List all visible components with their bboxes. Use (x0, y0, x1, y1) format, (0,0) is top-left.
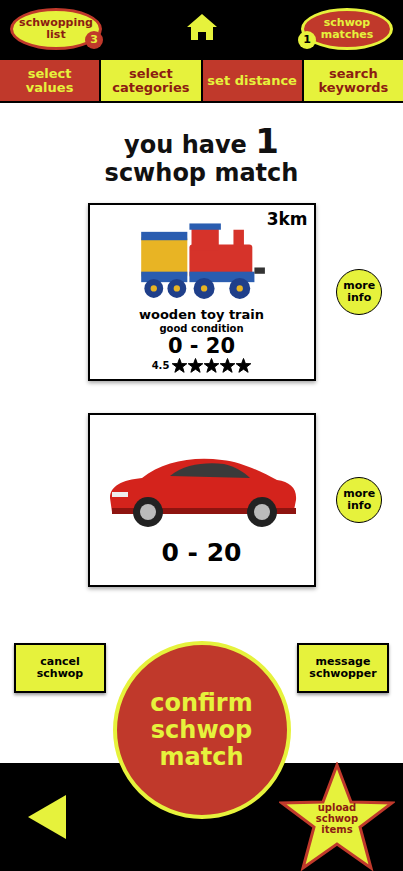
match-item-card[interactable]: 0 - 20 (88, 413, 316, 587)
rating-number: 4.5 (152, 360, 170, 371)
item-value: 0 - 20 (162, 541, 242, 565)
match-item-row: 0 - 20 more info (0, 413, 403, 587)
star-icon (188, 358, 203, 373)
filter-tab[interactable]: select categories (99, 60, 200, 101)
schwop-matches-button[interactable]: schwop matches1 (301, 8, 393, 50)
match-heading: you have 1scwhop match (0, 127, 403, 187)
match-item-card[interactable]: 3km wooden toy traingood condition0 - 20 4… (88, 203, 316, 381)
upload-label: upload schwop items (309, 802, 365, 835)
schwop-matches-badge: 1 (298, 31, 316, 49)
confirm-schwop-match-button[interactable]: confirm schwop match (113, 641, 291, 819)
filter-tabs: select valuesselect categoriesset distan… (0, 58, 403, 103)
schwopping-list-label: schwopping list (19, 17, 93, 41)
home-button[interactable] (186, 13, 218, 45)
filter-tab[interactable]: set distance (201, 60, 302, 101)
item-condition: good condition (159, 323, 243, 334)
match-item-row: 3km wooden toy traingood condition0 - 20 4… (0, 203, 403, 381)
more-info-button[interactable]: more info (336, 477, 382, 523)
filter-tab[interactable]: search keywords (302, 60, 403, 101)
item-photo (137, 211, 267, 303)
back-arrow-icon[interactable] (28, 795, 66, 839)
schwop-matches-label: schwop matches (312, 17, 382, 41)
upload-schwop-items-button[interactable]: upload schwop items (279, 762, 395, 871)
filter-tab[interactable]: select values (0, 60, 99, 101)
star-icon (236, 358, 251, 373)
schwopping-list-badge: 3 (85, 31, 103, 49)
message-schwopper-button[interactable]: message schwopper (297, 643, 389, 693)
rating-stars (172, 358, 251, 373)
item-photo (102, 425, 302, 535)
item-rating: 4.5 (152, 358, 252, 373)
item-distance: 3km (267, 209, 308, 229)
schwopping-list-button[interactable]: schwopping list3 (10, 8, 102, 50)
star-icon (172, 358, 187, 373)
heading-prefix: you have (124, 131, 247, 159)
heading-suffix: scwhop match (0, 159, 403, 187)
top-bar: schwopping list3 schwop matches1 (0, 0, 403, 58)
item-value: 0 - 20 (168, 334, 235, 358)
cancel-schwop-button[interactable]: cancel schwop (14, 643, 106, 693)
item-title: wooden toy train (139, 307, 264, 322)
star-icon (220, 358, 235, 373)
star-icon (204, 358, 219, 373)
home-icon (186, 13, 218, 41)
match-count: 1 (255, 121, 279, 161)
more-info-button[interactable]: more info (336, 269, 382, 315)
